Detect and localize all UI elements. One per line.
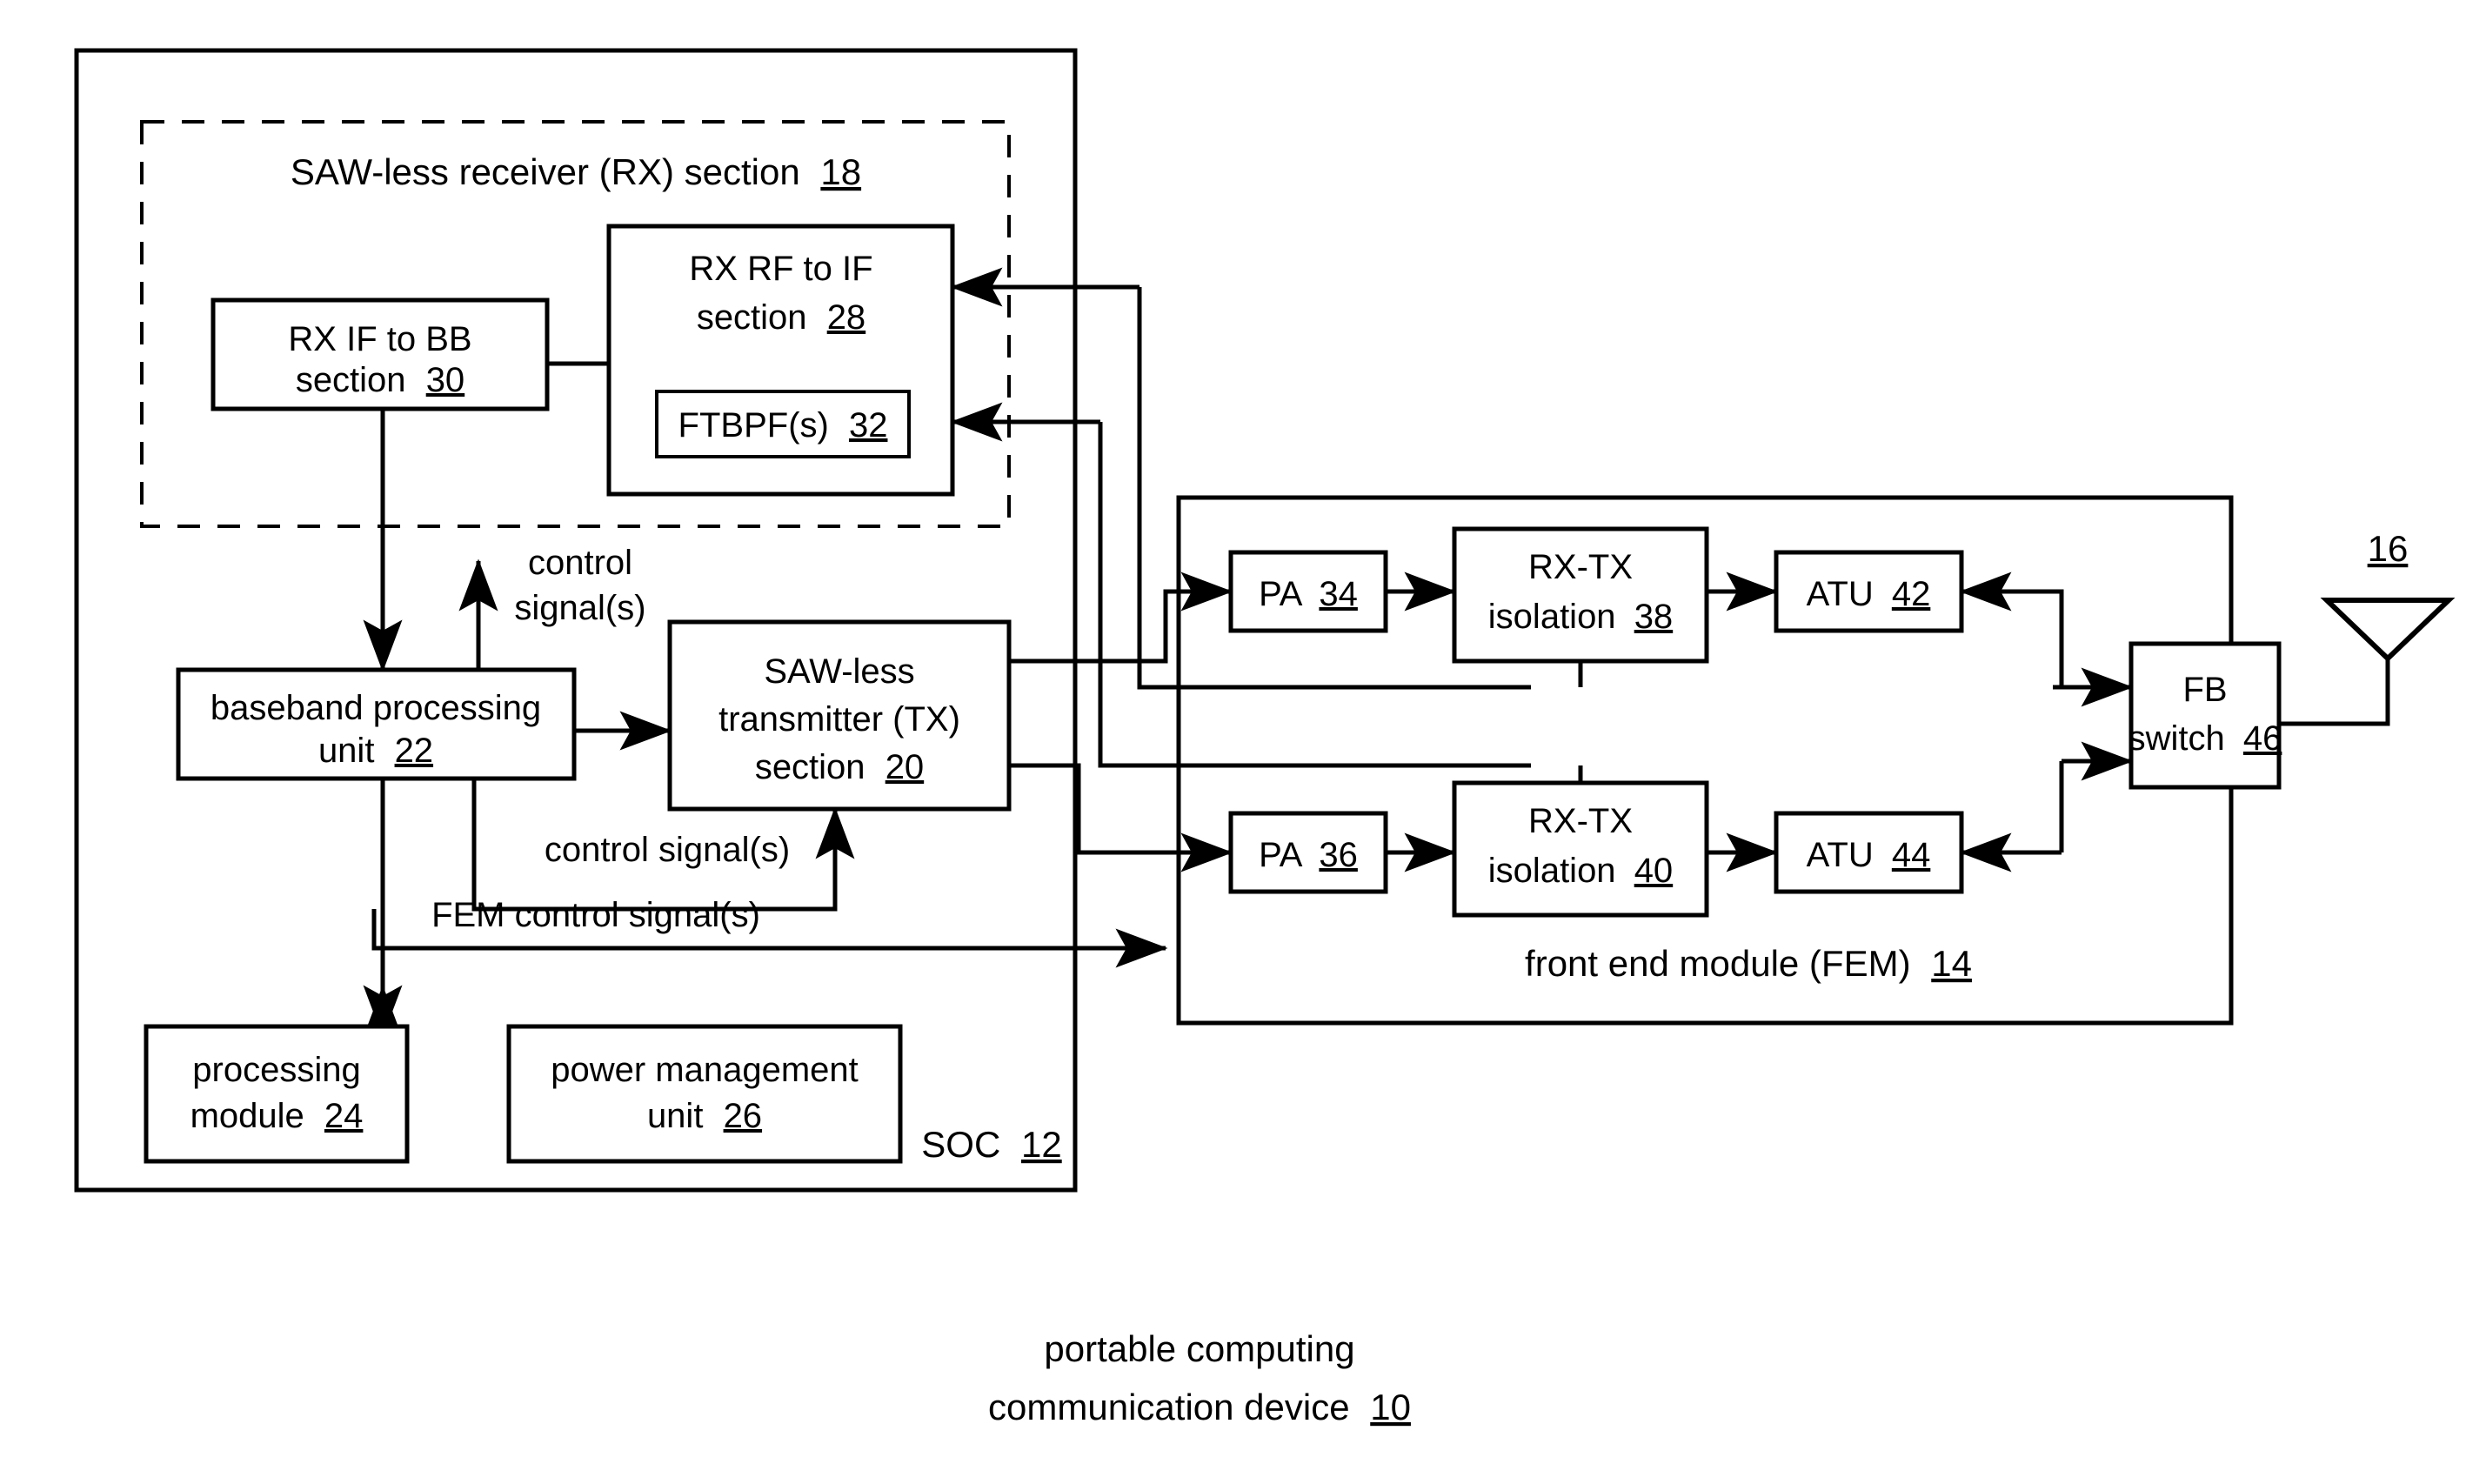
- rx-rf-to-if-line2: section 28: [697, 298, 865, 337]
- figure-caption-line2-text: communication device: [988, 1387, 1350, 1427]
- atu42-text: ATU: [1807, 575, 1874, 613]
- atu44-ref: 44: [1892, 836, 1931, 874]
- isolation38-line2-text: isolation: [1488, 598, 1616, 636]
- power-management-line1: power management: [551, 1051, 859, 1089]
- baseband-line1: baseband processing: [211, 689, 541, 727]
- soc-ref: 12: [1021, 1124, 1062, 1165]
- processing-module-line2: module 24: [190, 1097, 364, 1135]
- fbswitch-line2: switch 46: [2128, 719, 2282, 758]
- isolation38-line2: isolation 38: [1488, 598, 1673, 636]
- block-fb-switch[interactable]: [2128, 641, 2282, 790]
- control-signals-rx-line2: signal(s): [514, 589, 645, 627]
- tx-line3-text: section: [755, 748, 865, 786]
- pa34-ref: 34: [1319, 575, 1358, 613]
- block-power-management-unit[interactable]: [506, 1024, 903, 1164]
- baseband-ref: 22: [395, 732, 434, 770]
- figure-caption-line2: communication device 10: [988, 1387, 1411, 1427]
- rx-rf-to-if-line1: RX RF to IF: [689, 250, 872, 288]
- processing-module-line1: processing: [192, 1051, 360, 1089]
- pa34-text: PA: [1259, 575, 1303, 613]
- soc-label: SOC 12: [921, 1124, 1061, 1165]
- fbswitch-line1: FB: [2182, 671, 2227, 709]
- figure-caption-ref: 10: [1370, 1387, 1411, 1427]
- control-signals-tx-label: control signal(s): [545, 831, 790, 869]
- ftbpf-label: FTBPF(s) 32: [678, 406, 888, 445]
- rx-rf-to-if-line2-text: section: [697, 298, 807, 337]
- block-diagram-canvas: RX IF to BB section 30 RX RF to IF secti…: [74, 48, 2456, 1427]
- isolation40-line2: isolation 40: [1488, 852, 1673, 890]
- processing-module-ref: 24: [324, 1097, 364, 1135]
- fem-label: front end module (FEM) 14: [1525, 943, 1972, 984]
- figure-caption-line1: portable computing: [1044, 1328, 1354, 1369]
- fbswitch-ref: 46: [2243, 719, 2282, 758]
- atu42-label: ATU 42: [1807, 575, 1931, 613]
- baseband-line2: unit 22: [318, 732, 433, 770]
- isolation40-line2-text: isolation: [1488, 852, 1616, 890]
- rx-if-to-bb-line2: section 30: [296, 361, 464, 399]
- soc-label-text: SOC: [921, 1124, 1000, 1165]
- wire-tx-to-pa34: [1009, 572, 1233, 664]
- rx-if-to-bb-line1: RX IF to BB: [288, 320, 471, 358]
- tx-line2: transmitter (TX): [718, 700, 960, 739]
- rx-section-title: SAW-less receiver (RX) section 18: [291, 151, 861, 192]
- fem-ref: 14: [1931, 943, 1972, 984]
- control-signals-rx-line1: control: [528, 544, 632, 582]
- atu44-label: ATU 44: [1807, 836, 1931, 874]
- power-management-line2-text: unit: [647, 1097, 704, 1135]
- tx-line1: SAW-less: [764, 652, 914, 691]
- power-management-ref: 26: [724, 1097, 763, 1135]
- antenna-ref-label: 16: [2368, 528, 2409, 569]
- pa36-ref: 36: [1319, 836, 1358, 874]
- power-management-line2: unit 26: [647, 1097, 762, 1135]
- pa36-text: PA: [1259, 836, 1303, 874]
- ftbpf-text: FTBPF(s): [678, 406, 829, 445]
- rx-if-to-bb-line2-text: section: [296, 361, 406, 399]
- baseband-line2-text: unit: [318, 732, 375, 770]
- fem-label-text: front end module (FEM): [1525, 943, 1911, 984]
- isolation40-line1: RX-TX: [1528, 802, 1633, 840]
- isolation38-ref: 38: [1634, 598, 1674, 636]
- antenna-icon: [2320, 598, 2456, 663]
- rx-section-ref: 18: [820, 151, 861, 192]
- atu44-text: ATU: [1807, 836, 1874, 874]
- wire-tx-to-pa36: [1009, 763, 1233, 872]
- fem-control-signals-label: FEM control signal(s): [431, 896, 760, 934]
- patent-figure: RX IF to BB section 30 RX RF to IF secti…: [0, 0, 2486, 1484]
- wire-fbswitch-atu42-route: [2008, 589, 2064, 690]
- tx-ref: 20: [885, 748, 925, 786]
- isolation38-line1: RX-TX: [1528, 548, 1633, 586]
- pa34-label: PA 34: [1259, 575, 1358, 613]
- tx-line3: section 20: [755, 748, 924, 786]
- processing-module-line2-text: module: [190, 1097, 304, 1135]
- fbswitch-line2-text: switch: [2128, 719, 2225, 758]
- rx-rf-to-if-ref: 28: [827, 298, 866, 337]
- block-processing-module[interactable]: [144, 1024, 410, 1164]
- wire-fbswitch-to-antenna: [2279, 657, 2390, 726]
- rx-section-title-text: SAW-less receiver (RX) section: [291, 151, 800, 192]
- rx-if-to-bb-ref: 30: [426, 361, 465, 399]
- pa36-label: PA 36: [1259, 836, 1358, 874]
- isolation40-ref: 40: [1634, 852, 1674, 890]
- atu42-ref: 42: [1892, 575, 1931, 613]
- ftbpf-ref: 32: [849, 406, 888, 445]
